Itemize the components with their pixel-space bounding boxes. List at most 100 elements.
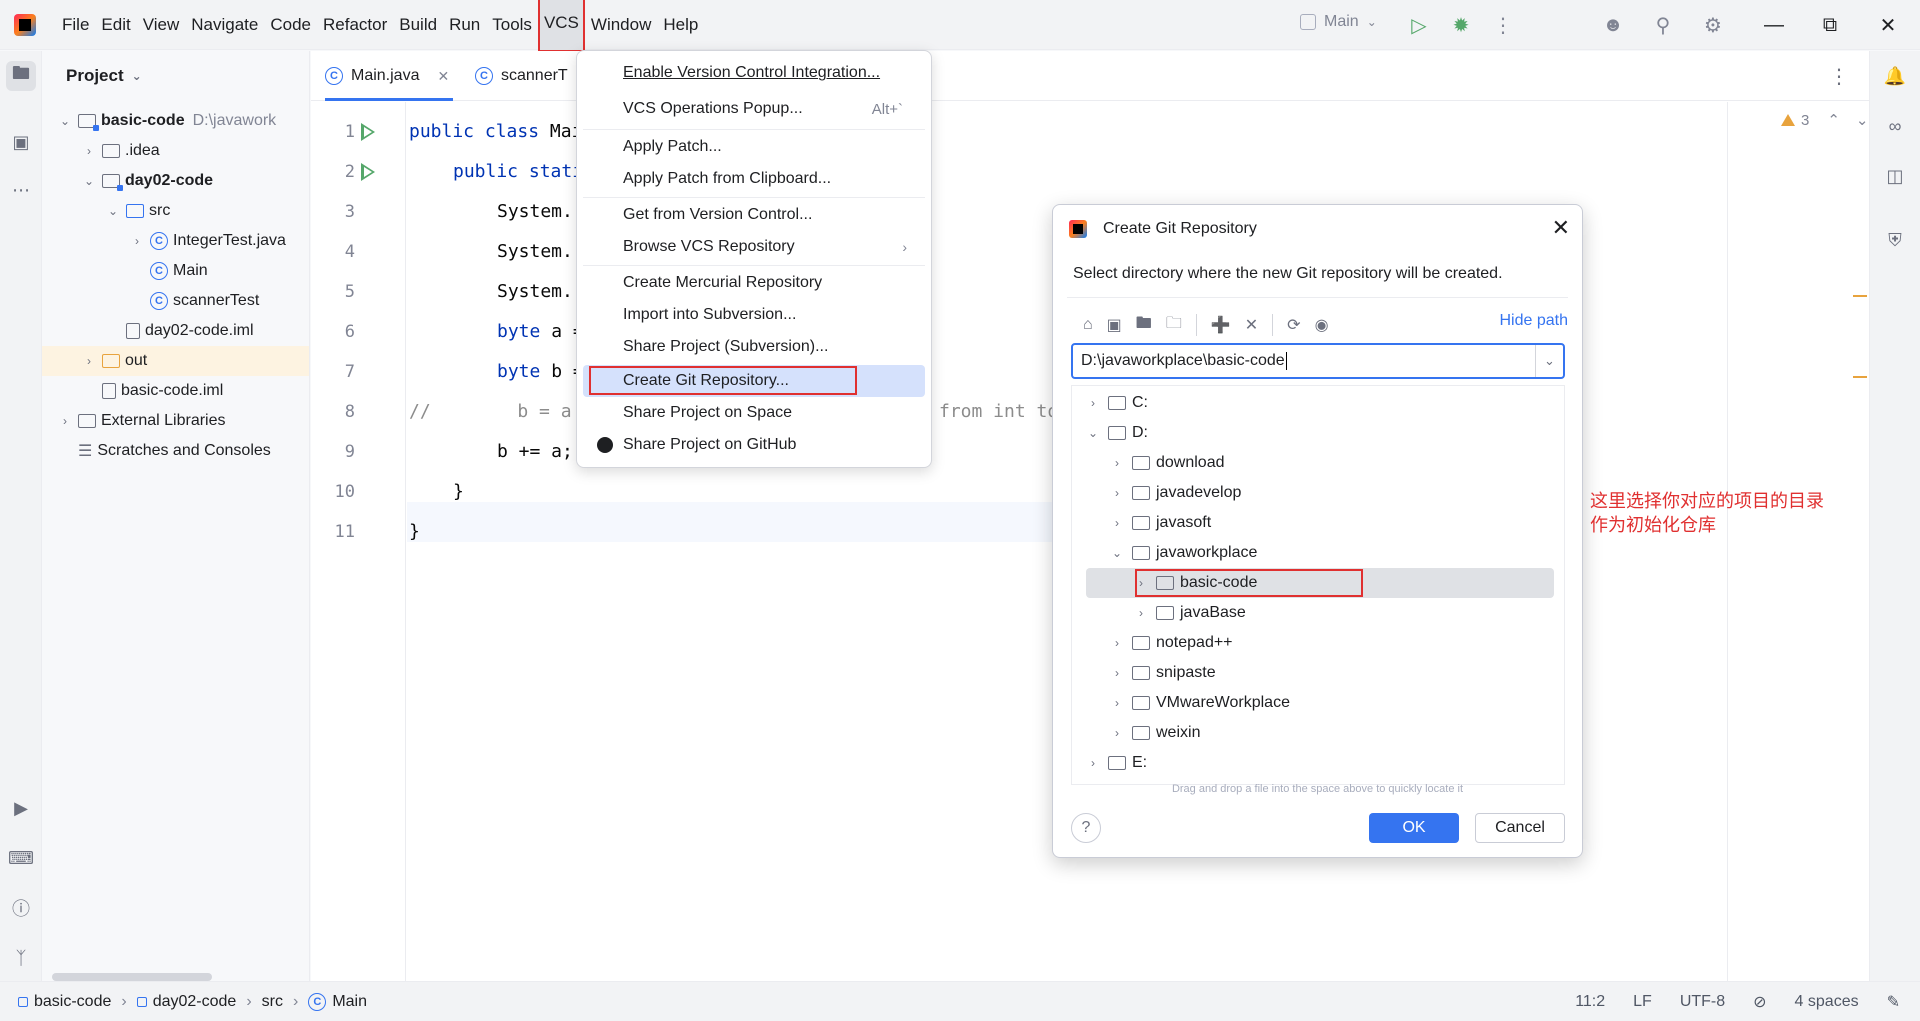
dir-javaworkplace[interactable]: ⌄ javaworkplace bbox=[1072, 538, 1564, 568]
search-icon[interactable]: ⚲ bbox=[1650, 12, 1676, 38]
notifications-icon[interactable]: 🔔 bbox=[1882, 63, 1908, 89]
close-icon[interactable]: ✕ bbox=[1552, 217, 1570, 239]
restore-icon[interactable]: ⧉ bbox=[1816, 12, 1844, 38]
debug-icon[interactable]: ✹ bbox=[1448, 12, 1474, 38]
desktop-icon[interactable]: ▣ bbox=[1107, 315, 1122, 335]
chevron-down-icon[interactable]: ⌄ bbox=[1856, 111, 1869, 129]
close-window-icon[interactable]: ✕ bbox=[1874, 12, 1902, 38]
menu-item-vcs-popup[interactable]: VCS Operations Popup... Alt+` bbox=[583, 93, 925, 125]
menu-item-share-github[interactable]: Share Project on GitHub bbox=[583, 429, 925, 461]
dir-javasoft[interactable]: › javasoft bbox=[1072, 508, 1564, 538]
more-horizontal-icon[interactable]: ⋯ bbox=[8, 177, 34, 203]
cancel-button[interactable]: Cancel bbox=[1475, 813, 1565, 843]
menu-item-browse-vcs[interactable]: Browse VCS Repository › bbox=[583, 231, 925, 263]
project-dir-icon[interactable]: 🖿 bbox=[1136, 312, 1152, 339]
chevron-right-icon[interactable]: › bbox=[1110, 456, 1124, 470]
chevron-down-icon[interactable]: ⌄ bbox=[1086, 426, 1100, 440]
show-hidden-icon[interactable]: ◉ bbox=[1315, 315, 1329, 335]
dir-vmwareworkplace[interactable]: › VMwareWorkplace bbox=[1072, 688, 1564, 718]
services-run-icon[interactable]: ▶ bbox=[8, 795, 34, 821]
chevron-down-icon[interactable]: ⌄ bbox=[1535, 345, 1563, 377]
tree-item-external-libraries[interactable]: › External Libraries bbox=[42, 406, 309, 436]
chevron-right-icon[interactable]: › bbox=[1134, 606, 1148, 620]
menu-refactor[interactable]: Refactor bbox=[317, 0, 393, 50]
breadcrumb-main[interactable]: C Main bbox=[308, 992, 367, 1011]
menu-item-get-from-vcs[interactable]: Get from Version Control... bbox=[583, 199, 925, 231]
menu-run[interactable]: Run bbox=[443, 0, 486, 50]
chevron-down-icon[interactable]: ⌄ bbox=[106, 204, 120, 218]
chevron-right-icon[interactable]: › bbox=[82, 144, 96, 158]
close-tab-icon[interactable]: ✕ bbox=[437, 68, 449, 85]
menu-item-create-mercurial[interactable]: Create Mercurial Repository bbox=[583, 267, 925, 299]
chevron-right-icon[interactable]: › bbox=[130, 234, 144, 248]
problems-icon[interactable]: ⓘ bbox=[8, 895, 34, 921]
menu-item-apply-patch-clipboard[interactable]: Apply Patch from Clipboard... bbox=[583, 163, 925, 195]
menu-item-enable-vcs[interactable]: Enable Version Control Integration... bbox=[583, 57, 925, 89]
structure-icon[interactable]: ▣ bbox=[8, 129, 34, 155]
dir-javadevelop[interactable]: › javadevelop bbox=[1072, 478, 1564, 508]
chevron-right-icon[interactable]: › bbox=[82, 354, 96, 368]
menu-item-share-space[interactable]: Share Project on Space bbox=[583, 397, 925, 429]
chevron-right-icon[interactable]: › bbox=[1110, 636, 1124, 650]
terminal-icon[interactable]: ⌨ bbox=[8, 845, 34, 871]
file-encoding[interactable]: UTF-8 bbox=[1680, 993, 1725, 1011]
tree-item-idea[interactable]: › .idea bbox=[42, 136, 309, 166]
run-icon[interactable]: ▷ bbox=[1406, 12, 1432, 38]
tab-main-java[interactable]: C Main.java ✕ bbox=[325, 51, 454, 101]
chevron-right-icon[interactable]: › bbox=[1110, 696, 1124, 710]
shield-icon[interactable]: ⛨ bbox=[1882, 227, 1908, 253]
menu-code[interactable]: Code bbox=[264, 0, 317, 50]
warning-stripe[interactable] bbox=[1853, 376, 1867, 378]
menu-item-create-git-repo[interactable]: Create Git Repository... bbox=[583, 365, 925, 397]
ok-button[interactable]: OK bbox=[1369, 813, 1459, 843]
warning-stripe[interactable] bbox=[1853, 295, 1867, 297]
tree-item-integertest[interactable]: › C IntegerTest.java bbox=[42, 226, 309, 256]
intellij-logo-icon[interactable] bbox=[14, 13, 36, 36]
chevron-right-icon[interactable]: › bbox=[1110, 666, 1124, 680]
more-vertical-icon[interactable]: ⋮ bbox=[1490, 12, 1516, 38]
minimize-icon[interactable]: — bbox=[1760, 12, 1788, 38]
chevron-up-icon[interactable]: ⌃ bbox=[1827, 111, 1840, 129]
menu-edit[interactable]: Edit bbox=[95, 0, 136, 50]
chevron-down-icon[interactable]: ⌄ bbox=[82, 174, 96, 188]
dir-snipaste[interactable]: › snipaste bbox=[1072, 658, 1564, 688]
run-config-selector[interactable]: Main ⌄ bbox=[1300, 13, 1377, 31]
menu-item-apply-patch[interactable]: Apply Patch... bbox=[583, 131, 925, 163]
database-icon[interactable]: ◫ bbox=[1882, 163, 1908, 189]
tree-item-out[interactable]: › out bbox=[42, 346, 309, 376]
caret-position[interactable]: 11:2 bbox=[1575, 993, 1605, 1011]
dir-notepad[interactable]: › notepad++ bbox=[1072, 628, 1564, 658]
tree-item-basic-code-iml[interactable]: basic-code.iml bbox=[42, 376, 309, 406]
dir-weixin[interactable]: › weixin bbox=[1072, 718, 1564, 748]
project-panel-header[interactable]: Project ⌄ bbox=[42, 51, 309, 101]
hide-path-link[interactable]: Hide path bbox=[1500, 312, 1569, 330]
tab-scannertest[interactable]: C scannerT bbox=[475, 51, 568, 101]
tree-item-src[interactable]: ⌄ src bbox=[42, 196, 309, 226]
read-only-toggle-icon[interactable]: ✎ bbox=[1887, 992, 1900, 1012]
breadcrumb-day02-code[interactable]: day02-code bbox=[136, 993, 236, 1011]
indent-setting[interactable]: 4 spaces bbox=[1795, 993, 1859, 1011]
menu-navigate[interactable]: Navigate bbox=[185, 0, 264, 50]
help-button[interactable]: ? bbox=[1071, 813, 1101, 843]
menu-window[interactable]: Window bbox=[585, 0, 657, 50]
chevron-right-icon[interactable]: › bbox=[1110, 726, 1124, 740]
no-inspections-icon[interactable]: ⊘ bbox=[1753, 992, 1766, 1012]
dialog-title-bar[interactable]: Create Git Repository ✕ bbox=[1053, 205, 1582, 253]
chevron-right-icon[interactable]: › bbox=[1086, 396, 1100, 410]
menu-item-import-svn[interactable]: Import into Subversion... bbox=[583, 299, 925, 331]
menu-file[interactable]: File bbox=[56, 0, 95, 50]
line-separator[interactable]: LF bbox=[1633, 993, 1652, 1011]
chevron-right-icon[interactable]: › bbox=[1110, 516, 1124, 530]
tree-item-scratches[interactable]: ☰ Scratches and Consoles bbox=[42, 436, 309, 466]
git-branch-icon[interactable]: ᛉ bbox=[8, 945, 34, 971]
menu-help[interactable]: Help bbox=[657, 0, 704, 50]
menu-view[interactable]: View bbox=[137, 0, 186, 50]
chevron-down-icon[interactable]: ⌄ bbox=[1110, 546, 1124, 560]
breadcrumb-basic-code[interactable]: basic-code bbox=[18, 993, 111, 1011]
tree-item-basic-code[interactable]: ⌄ basic-code D:\javawork bbox=[42, 106, 309, 136]
chevron-down-icon[interactable]: ⌄ bbox=[58, 114, 72, 128]
chevron-right-icon[interactable]: › bbox=[1110, 486, 1124, 500]
horizontal-scrollbar[interactable] bbox=[52, 973, 212, 981]
settings-gear-icon[interactable]: ⚙ bbox=[1700, 12, 1726, 38]
chevron-right-icon[interactable]: › bbox=[1134, 576, 1148, 590]
